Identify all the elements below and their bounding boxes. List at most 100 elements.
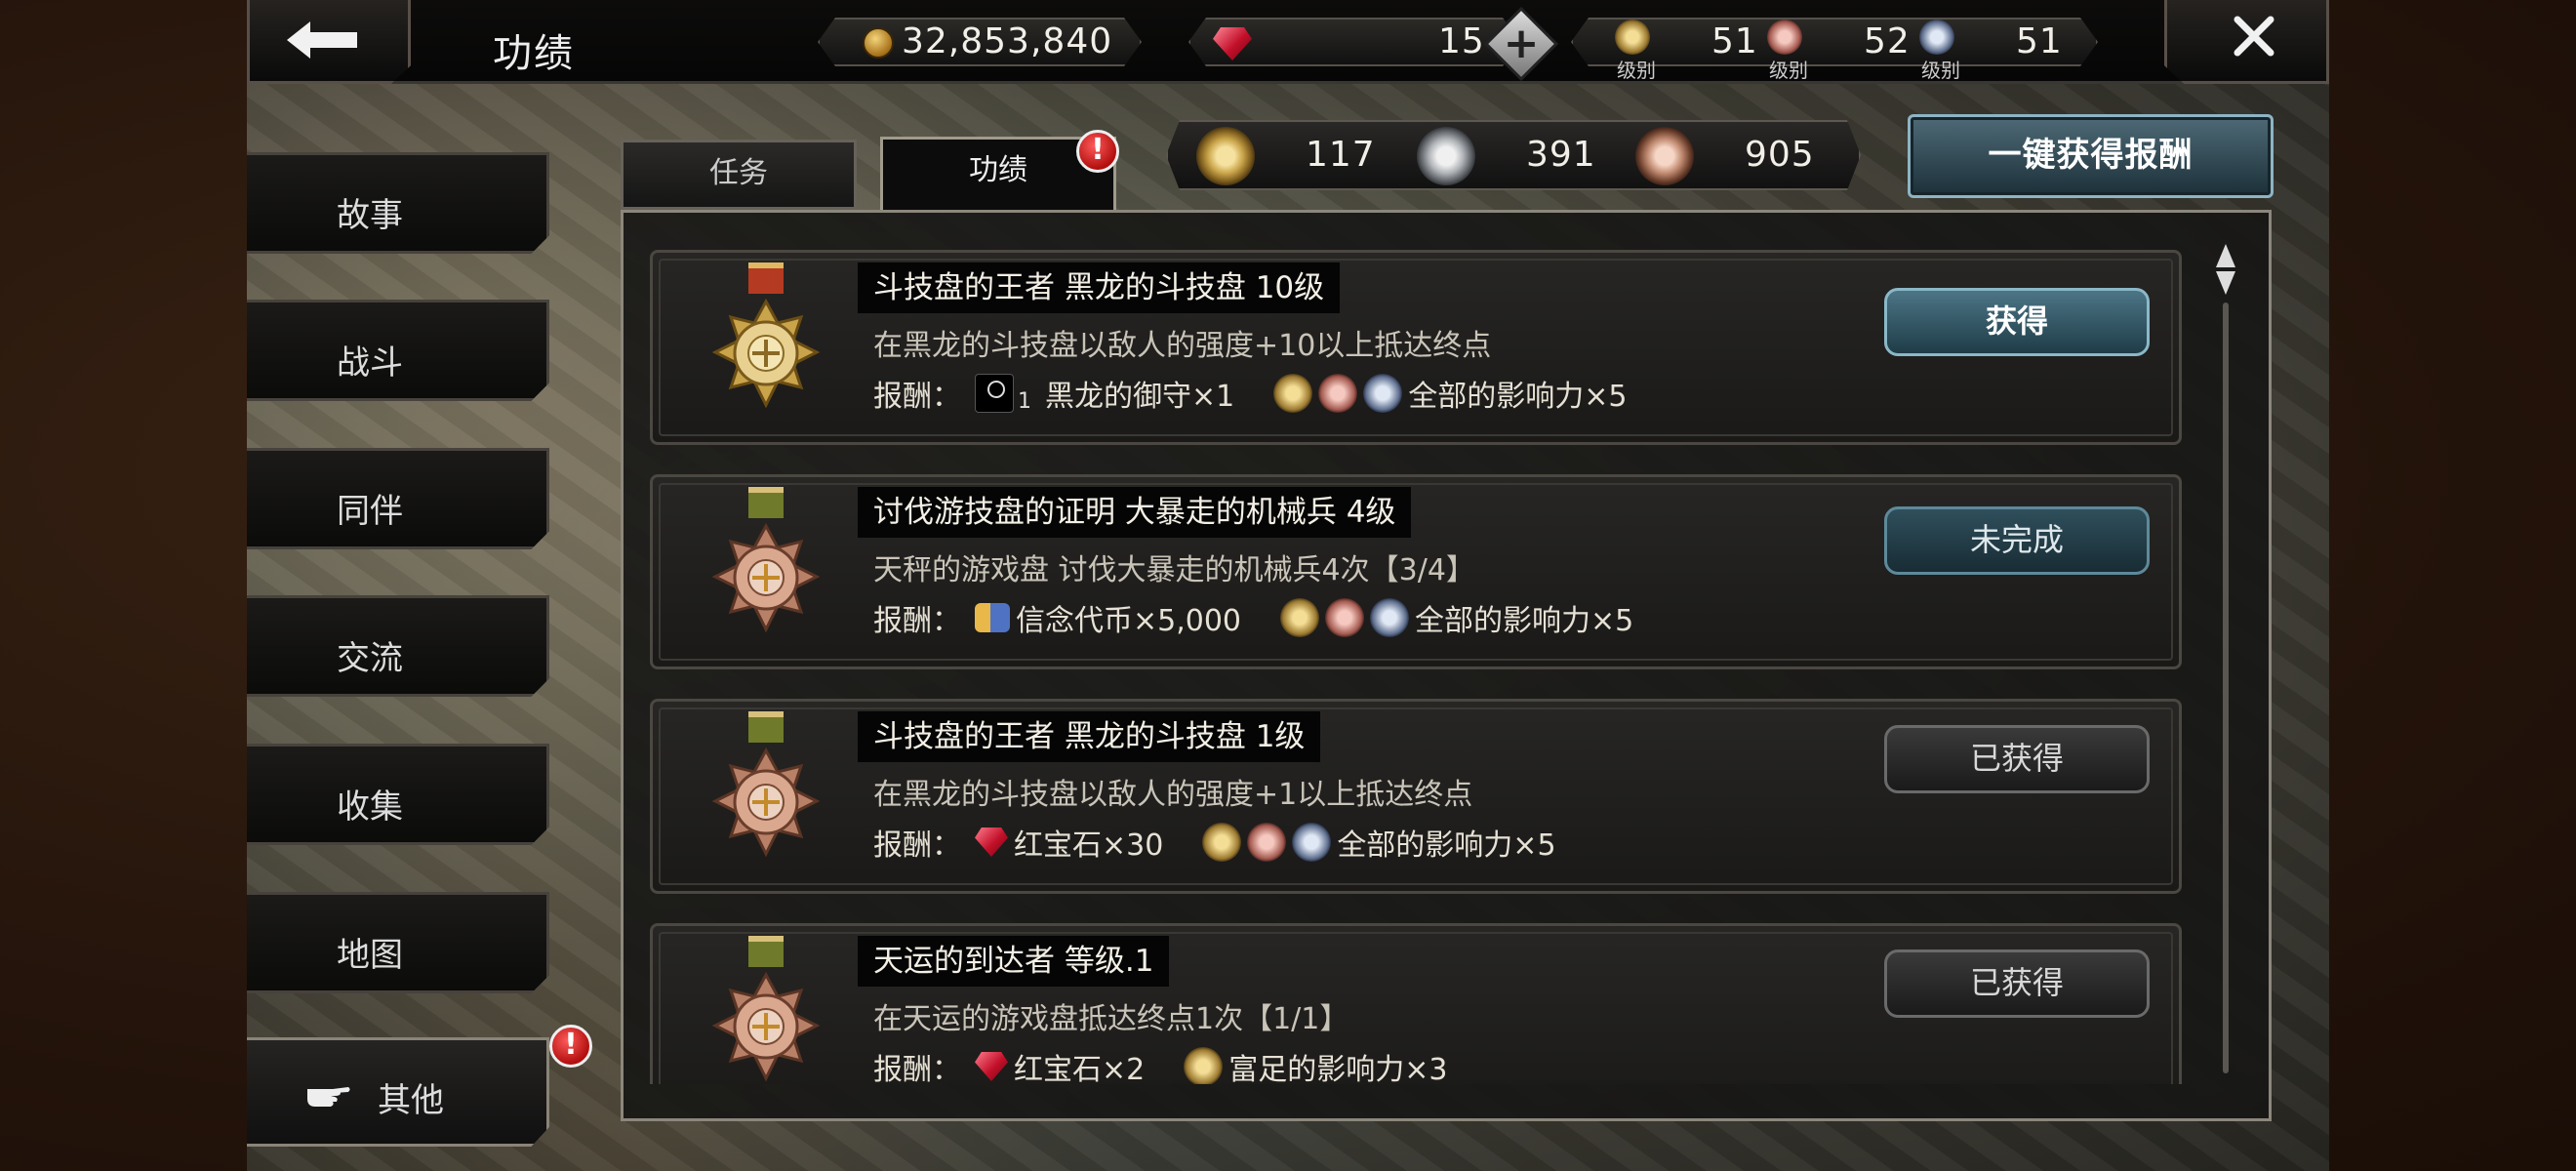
amulet-icon — [975, 374, 1014, 413]
sidebar-item-battle[interactable]: 战斗 — [247, 300, 549, 401]
close-button[interactable] — [2164, 0, 2329, 84]
achievement-description: 在黑龙的斗技盘以敌人的强度+10以上抵达终点 — [873, 329, 1492, 363]
achievement-list[interactable]: 斗技盘的王者 黑龙的斗技盘 10级 在黑龙的斗技盘以敌人的强度+10以上抵达终点… — [644, 250, 2186, 1084]
blue-influence-icon — [1370, 598, 1410, 637]
sidebar-item-label: 其他 — [378, 1081, 444, 1120]
blue-influence-icon — [1292, 823, 1332, 862]
ruby-icon — [975, 1052, 1008, 1081]
tab-task[interactable]: 任务 — [621, 140, 857, 210]
sidebar-item-story[interactable]: 故事 — [247, 152, 549, 254]
ruby-icon — [975, 828, 1008, 857]
blue-influence-icon — [1363, 374, 1403, 413]
obtained-button[interactable]: 已获得 — [1884, 725, 2150, 793]
sidebar-item-label: 故事 — [337, 196, 403, 235]
scroll-down-icon[interactable] — [2216, 271, 2235, 295]
back-arrow-icon — [287, 21, 357, 59]
gold-influence-icon — [1202, 823, 1242, 862]
back-button[interactable] — [247, 0, 411, 84]
achievement-title: 天运的到达者 等级.1 — [858, 936, 1170, 987]
sidebar-item-label: 交流 — [337, 639, 403, 678]
red-influence-icon — [1325, 598, 1365, 637]
reward-label: 报酬： — [873, 828, 961, 863]
achievement-title: 斗技盘的王者 黑龙的斗技盘 10级 — [858, 262, 1341, 313]
bronze-medal-count: 905 — [1745, 135, 1815, 175]
claim-all-label: 一键获得报酬 — [1988, 136, 2194, 175]
belief-token-icon — [975, 603, 1010, 632]
red-influence-icon — [1247, 823, 1287, 862]
sidebar-item-other[interactable]: 其他 — [247, 1037, 549, 1147]
gold-medal-icon — [1196, 127, 1255, 185]
claim-all-button[interactable]: 一键获得报酬 — [1908, 114, 2274, 198]
influence-reward: 富足的影响力×3 — [1228, 1053, 1448, 1084]
achievement-description: 在黑龙的斗技盘以敌人的强度+1以上抵达终点 — [873, 778, 1473, 812]
reward-row: 报酬： 红宝石×30 全部的影响力×5 — [873, 821, 1556, 864]
blue-rank-icon — [1919, 20, 1954, 55]
reward-item: 红宝石×2 — [1014, 1053, 1146, 1084]
obtained-button[interactable]: 已获得 — [1884, 949, 2150, 1018]
level-label: 级别 — [1617, 59, 1656, 82]
gold-amount: 32,853,840 — [902, 21, 1113, 61]
gold-rank-icon — [1615, 20, 1650, 55]
achievement-card: 斗技盘的王者 黑龙的斗技盘 10级 在黑龙的斗技盘以敌人的强度+10以上抵达终点… — [650, 250, 2182, 445]
level-label: 级别 — [1921, 59, 1960, 82]
reward-label: 报酬： — [873, 380, 961, 414]
plus-icon: + — [1503, 19, 1540, 68]
bronze-medal-icon — [711, 936, 821, 1082]
page-title: 功绩 — [493, 31, 575, 76]
reward-row: 报酬： 1 黑龙的御守×1 全部的影响力×5 — [873, 372, 1627, 415]
gold-influence-icon — [1273, 374, 1313, 413]
achievement-description: 在天运的游戏盘抵达终点1次【1/1】 — [873, 1002, 1349, 1036]
achievement-title: 讨伐游技盘的证明 大暴走的机械兵 4级 — [858, 487, 1412, 538]
scrollbar[interactable] — [2216, 244, 2235, 1078]
influence-reward: 全部的影响力×5 — [1408, 380, 1628, 414]
sidebar-item-label: 收集 — [337, 787, 403, 827]
gold-influence-icon — [1280, 598, 1320, 637]
influence-reward: 全部的影响力×5 — [1337, 828, 1556, 863]
bronze-medal-icon — [1635, 127, 1694, 185]
level-value: 51 — [1711, 21, 1758, 61]
pointing-hand-icon — [307, 1087, 350, 1107]
reward-label: 报酬： — [873, 1053, 961, 1084]
reward-row: 报酬： 信念代币×5,000 全部的影响力×5 — [873, 596, 1633, 639]
level-label: 级别 — [1769, 59, 1808, 82]
sidebar-item-label: 地图 — [337, 936, 403, 975]
reward-item: 红宝石×30 — [1014, 828, 1164, 863]
sidebar-item-label: 同伴 — [337, 492, 403, 531]
achievement-card: 天运的到达者 等级.1 在天运的游戏盘抵达终点1次【1/1】 报酬： 红宝石×2… — [650, 923, 2182, 1084]
sidebar-item-collection[interactable]: 收集 — [247, 744, 549, 845]
red-influence-icon — [1318, 374, 1358, 413]
claim-button[interactable]: 获得 — [1884, 288, 2150, 356]
achievement-title: 斗技盘的王者 黑龙的斗技盘 1级 — [858, 711, 1321, 762]
red-rank-icon — [1767, 20, 1802, 55]
amulet-count: 1 — [1018, 388, 1031, 414]
notification-badge: ! — [549, 1025, 592, 1068]
reward-row: 报酬： 红宝石×2 富足的影响力×3 — [873, 1045, 1447, 1084]
achievement-card: 讨伐游技盘的证明 大暴走的机械兵 4级 天秤的游戏盘 讨伐大暴走的机械兵4次【3… — [650, 474, 2182, 669]
achievement-description: 天秤的游戏盘 讨伐大暴走的机械兵4次【3/4】 — [873, 553, 1475, 587]
silver-medal-icon — [1417, 127, 1475, 185]
bronze-medal-icon — [711, 711, 821, 858]
level-value: 52 — [1864, 21, 1911, 61]
scroll-up-icon[interactable] — [2216, 244, 2235, 267]
close-icon — [2234, 16, 2274, 57]
reward-label: 报酬： — [873, 604, 961, 638]
notification-badge: ! — [1076, 130, 1119, 173]
gold-coin-icon — [863, 27, 894, 59]
sidebar-item-exchange[interactable]: 交流 — [247, 595, 549, 697]
reward-item: 信念代币×5,000 — [1016, 604, 1242, 638]
sidebar-item-label: 战斗 — [337, 343, 403, 383]
sidebar-item-map[interactable]: 地图 — [247, 892, 549, 993]
incomplete-button[interactable]: 未完成 — [1884, 506, 2150, 575]
scroll-track[interactable] — [2223, 303, 2229, 1073]
level-value: 51 — [2016, 21, 2063, 61]
influence-reward: 全部的影响力×5 — [1415, 604, 1634, 638]
ruby-amount: 15 — [1438, 21, 1485, 61]
silver-medal-count: 391 — [1526, 135, 1596, 175]
reward-item: 黑龙的御守×1 — [1045, 380, 1235, 414]
gold-influence-icon — [1184, 1047, 1224, 1084]
gold-medal-icon — [711, 262, 821, 409]
gold-medal-count: 117 — [1306, 135, 1376, 175]
bronze-medal-icon — [711, 487, 821, 633]
achievement-card: 斗技盘的王者 黑龙的斗技盘 1级 在黑龙的斗技盘以敌人的强度+1以上抵达终点 报… — [650, 699, 2182, 894]
sidebar-item-companion[interactable]: 同伴 — [247, 448, 549, 549]
